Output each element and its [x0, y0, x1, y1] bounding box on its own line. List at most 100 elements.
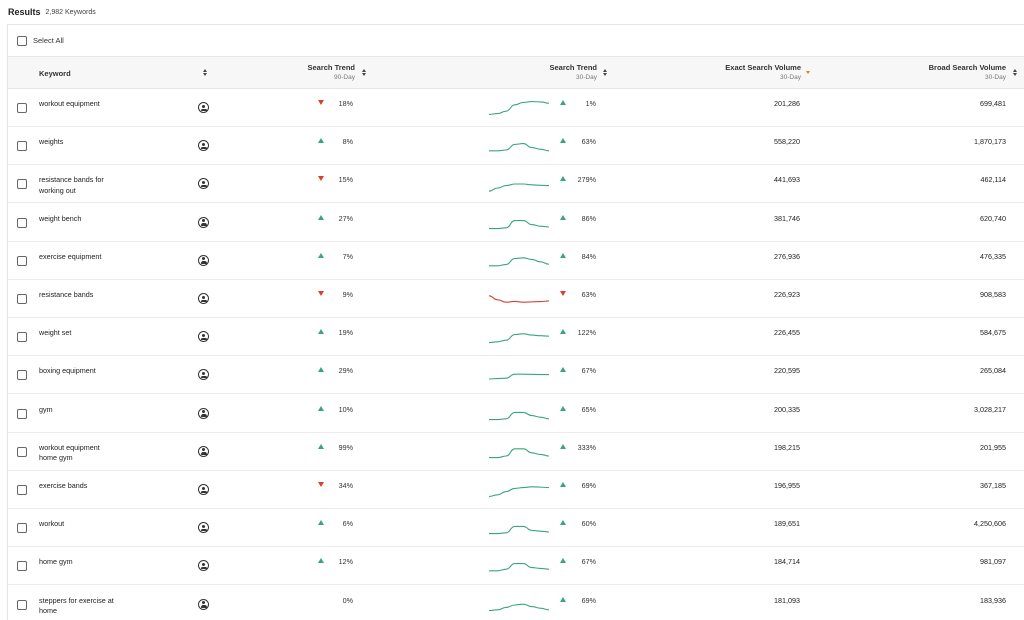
table-header: Keyword Search Trend 90-Day Search Trend…	[8, 57, 1024, 89]
trend-90-percent: 19%	[338, 328, 353, 338]
table-row[interactable]: workout equipment 18% 1% 201,286 699,481	[8, 89, 1024, 127]
row-checkbox[interactable]	[17, 255, 27, 266]
exact-search-volume: 220,595	[774, 366, 800, 376]
person-icon[interactable]	[198, 254, 209, 266]
row-checkbox[interactable]	[17, 370, 27, 381]
row-checkbox[interactable]	[17, 485, 27, 495]
column-header-trend-90: Search Trend 90-Day	[307, 63, 355, 81]
results-count: 2,982 Keywords	[45, 8, 96, 16]
table-row[interactable]: exercise equipment 7% 84% 276,936 476,335	[8, 242, 1024, 280]
trend-90-percent: 15%	[338, 175, 353, 185]
sparkline-chart	[488, 374, 549, 380]
sort-keyword-icon[interactable]	[202, 69, 208, 77]
sparkline-chart	[489, 257, 550, 267]
table-row[interactable]: steppers for exercise at home 0% 69% 181,09…	[8, 586, 1024, 620]
person-icon[interactable]	[198, 293, 209, 304]
row-checkbox[interactable]	[17, 523, 27, 534]
trend-30-percent: 67%	[581, 557, 596, 567]
keyword-text[interactable]: home gym	[39, 557, 129, 568]
sparkline-path	[489, 563, 550, 572]
keyword-text[interactable]: boxing equipment	[39, 366, 129, 377]
person-icon[interactable]	[198, 484, 209, 495]
table-row[interactable]: home gym 12% 67% 184,714 981,097	[8, 547, 1024, 586]
row-checkbox[interactable]	[17, 561, 27, 572]
broad-search-volume: 620,740	[980, 213, 1006, 223]
select-all-checkbox[interactable]	[17, 36, 27, 46]
row-checkbox[interactable]	[17, 217, 27, 228]
table-row[interactable]: gym 10% 65% 200,335 3,028,217	[8, 395, 1024, 433]
exact-search-volume: 181,093	[774, 595, 800, 605]
person-icon[interactable]	[198, 407, 209, 419]
row-checkbox[interactable]	[17, 141, 27, 152]
sort-trend-90-icon[interactable]	[361, 69, 367, 77]
row-checkbox[interactable]	[17, 294, 27, 304]
broad-search-volume: 367,185	[980, 481, 1006, 490]
person-icon[interactable]	[198, 331, 209, 343]
table-row[interactable]: workout equipment home gym 99% 333% 198,215…	[8, 433, 1024, 471]
person-icon[interactable]	[198, 598, 209, 610]
broad-search-volume: 584,675	[980, 328, 1006, 338]
broad-search-volume: 201,955	[980, 442, 1006, 452]
row-checkbox[interactable]	[17, 599, 27, 610]
exact-search-volume: 198,215	[774, 442, 800, 452]
results-header: Results 2,982 Keywords	[0, 0, 1024, 24]
sort-broad-volume-icon[interactable]	[1012, 69, 1018, 77]
person-icon[interactable]	[198, 369, 209, 381]
row-checkbox[interactable]	[17, 408, 27, 419]
trend-90-percent: 0%	[342, 595, 353, 605]
trend-90-percent: 6%	[342, 519, 353, 529]
table-row[interactable]: weight set 19% 122% 226,455 584,675	[8, 318, 1024, 357]
exact-search-volume: 201,286	[774, 99, 800, 108]
keyword-text[interactable]: workout equipment home gym	[39, 443, 129, 464]
table-row[interactable]: boxing equipment 29% 67% 220,595 265,084	[8, 356, 1024, 395]
sparkline-path	[488, 333, 550, 344]
broad-search-volume: 1,870,173	[974, 137, 1006, 147]
person-icon[interactable]	[198, 178, 209, 190]
keyword-text[interactable]: workout	[39, 519, 129, 530]
keyword-text[interactable]: weight bench	[39, 214, 129, 225]
exact-search-volume: 189,651	[774, 519, 800, 529]
trend-30-percent: 65%	[581, 404, 596, 414]
row-checkbox[interactable]	[17, 103, 27, 113]
row-checkbox[interactable]	[17, 446, 27, 457]
keyword-text[interactable]: weights	[39, 137, 129, 148]
sparkline-chart	[488, 486, 550, 497]
person-icon[interactable]	[198, 522, 209, 534]
keyword-text[interactable]: resistance bands for working out	[39, 175, 129, 196]
trend-30-percent: 84%	[581, 251, 596, 261]
keyword-text[interactable]: gym	[39, 405, 129, 416]
table-row[interactable]: weight bench 27% 86% 381,746 620,740	[8, 204, 1024, 242]
trend-90-percent: 7%	[342, 251, 353, 261]
person-icon[interactable]	[198, 560, 209, 572]
exact-search-volume: 184,714	[774, 557, 800, 567]
person-icon[interactable]	[198, 140, 209, 152]
row-checkbox[interactable]	[17, 179, 27, 190]
table-row[interactable]: weights 8% 63% 558,220 1,870,173	[8, 127, 1024, 166]
table-row[interactable]: resistance bands for working out 15% 279% 4…	[8, 165, 1024, 204]
keyword-text[interactable]: resistance bands	[39, 290, 129, 301]
trend-30-percent: 63%	[581, 137, 596, 147]
select-all-label[interactable]: Select All	[33, 36, 64, 45]
keyword-text[interactable]: exercise bands	[39, 481, 129, 492]
sparkline-path	[488, 486, 550, 497]
keyword-text[interactable]: workout equipment	[39, 99, 129, 110]
row-checkbox[interactable]	[17, 332, 27, 343]
column-header-exact-volume-label: Exact Search Volume	[725, 63, 801, 72]
table-row[interactable]: resistance bands 9% 63% 226,923 908,583	[8, 280, 1024, 318]
exact-search-volume: 441,693	[774, 175, 800, 185]
trend-90-percent: 34%	[338, 481, 353, 490]
keyword-text[interactable]: weight set	[39, 328, 129, 339]
trend-30-percent: 67%	[581, 366, 596, 376]
exact-search-volume: 558,220	[774, 137, 800, 147]
keyword-text[interactable]: steppers for exercise at home	[39, 596, 129, 617]
table-row[interactable]: workout 6% 60% 189,651 4,250,606	[8, 509, 1024, 548]
person-icon[interactable]	[198, 445, 209, 457]
sparkline-chart	[488, 101, 550, 115]
person-icon[interactable]	[198, 216, 209, 228]
sort-trend-30-icon[interactable]	[602, 69, 608, 77]
person-icon[interactable]	[198, 102, 209, 113]
sort-exact-volume-active-icon[interactable]	[806, 71, 810, 74]
exact-search-volume: 226,923	[774, 290, 800, 299]
table-row[interactable]: exercise bands 34% 69% 196,955 367,185	[8, 471, 1024, 509]
keyword-text[interactable]: exercise equipment	[39, 252, 129, 263]
